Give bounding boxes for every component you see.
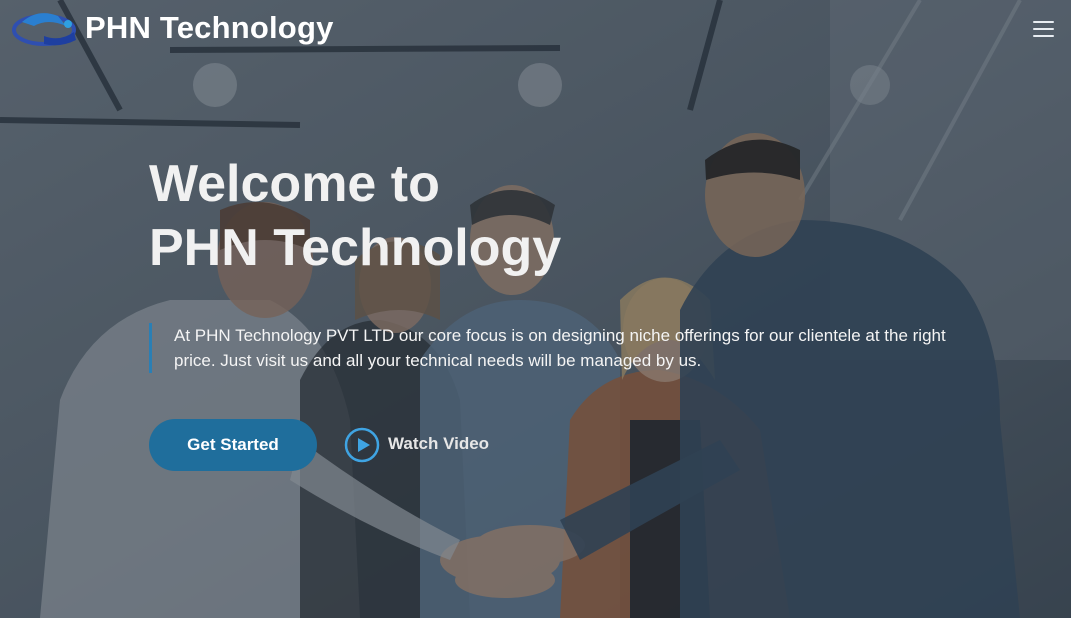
hamburger-menu-icon[interactable] — [1031, 18, 1057, 40]
hero-title-line2: PHN Technology — [149, 219, 562, 277]
watch-video-label: Watch Video — [388, 434, 490, 453]
logo-icon[interactable] — [8, 6, 80, 50]
brand-name[interactable]: PHN Technology — [85, 10, 334, 46]
hero-section: PHN Technology Welcome to PHN Technology… — [0, 0, 1071, 618]
hero-description: At PHN Technology PVT LTD our core focus… — [149, 323, 949, 373]
hero-title: Welcome to PHN Technology — [149, 152, 561, 280]
get-started-button[interactable]: Get Started — [149, 419, 317, 471]
hero-title-line1: Welcome to — [149, 155, 440, 213]
site-header: PHN Technology — [0, 0, 1071, 60]
hero-overlay — [0, 0, 1071, 618]
play-circle-icon[interactable] — [344, 427, 380, 463]
